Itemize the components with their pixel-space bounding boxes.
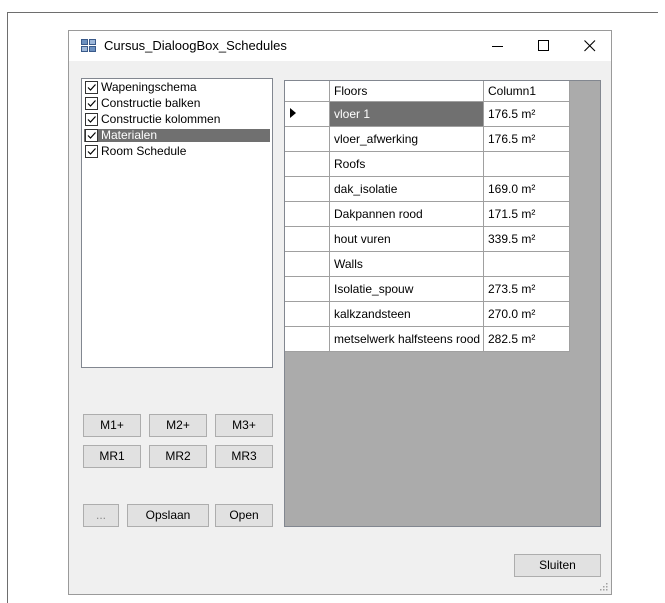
row-header[interactable]	[285, 252, 330, 277]
checkbox[interactable]	[85, 145, 98, 158]
close-button[interactable]: Sluiten	[514, 554, 601, 577]
schedule-label: Constructie kolommen	[101, 112, 221, 126]
schedule-item-room-schedule[interactable]: Room Schedule	[84, 145, 270, 158]
title-bar[interactable]: Cursus_DialoogBox_Schedules	[69, 31, 611, 61]
current-row-arrow-icon	[290, 108, 296, 118]
checkmark-icon	[87, 84, 96, 91]
close-window-button[interactable]	[567, 31, 613, 61]
table-cell-value[interactable]: 339.5 m²	[484, 227, 570, 252]
browse-button[interactable]: ...	[83, 504, 119, 527]
row-header[interactable]	[285, 302, 330, 327]
schedule-item-wapeningschema[interactable]: Wapeningschema	[84, 81, 270, 94]
schedule-label: Materialen	[101, 128, 158, 142]
row-header[interactable]	[285, 227, 330, 252]
m3-plus-button[interactable]: M3+	[215, 414, 273, 437]
column-header-column1[interactable]: Column1	[484, 81, 570, 102]
maximize-icon	[538, 40, 549, 51]
table-cell-name[interactable]: metselwerk halfsteens rood	[330, 327, 484, 352]
row-header[interactable]	[285, 327, 330, 352]
row-header[interactable]	[285, 202, 330, 227]
m2-plus-button[interactable]: M2+	[149, 414, 207, 437]
table-cell-name[interactable]: Roofs	[330, 152, 484, 177]
row-header[interactable]	[285, 177, 330, 202]
table-cell-name[interactable]: kalkzandsteen	[330, 302, 484, 327]
minimize-button[interactable]	[475, 31, 521, 61]
table-cell-value[interactable]: 176.5 m²	[484, 102, 570, 127]
table-cell-value[interactable]: 273.5 m²	[484, 277, 570, 302]
app-icon	[81, 39, 97, 53]
schedule-item-constructie-balken[interactable]: Constructie balken	[84, 97, 270, 110]
resize-grip-icon[interactable]	[599, 582, 609, 592]
schedule-label: Room Schedule	[101, 144, 187, 158]
table-cell-value[interactable]: 176.5 m²	[484, 127, 570, 152]
table-cell-name[interactable]: vloer_afwerking	[330, 127, 484, 152]
table-cell-name[interactable]: Isolatie_spouw	[330, 277, 484, 302]
mr1-button[interactable]: MR1	[83, 445, 141, 468]
schedule-label: Constructie balken	[101, 96, 201, 110]
maximize-button[interactable]	[521, 31, 567, 61]
checkbox[interactable]	[85, 97, 98, 110]
table-cell-value[interactable]	[484, 252, 570, 277]
open-button[interactable]: Open	[215, 504, 273, 527]
schedule-grid[interactable]: Floors Column1 vloer 1 176.5 m² vloer_af…	[284, 80, 601, 527]
checkmark-icon	[87, 148, 96, 155]
table-cell-name[interactable]: dak_isolatie	[330, 177, 484, 202]
checkbox[interactable]	[85, 81, 98, 94]
minimize-icon	[492, 46, 503, 47]
schedule-item-constructie-kolommen[interactable]: Constructie kolommen	[84, 113, 270, 126]
save-button[interactable]: Opslaan	[127, 504, 209, 527]
table-cell-name[interactable]: Walls	[330, 252, 484, 277]
table-cell-value[interactable]	[484, 152, 570, 177]
schedule-checklist[interactable]: Wapeningschema Constructie balken Constr…	[81, 78, 273, 368]
table-cell-name[interactable]: vloer 1	[330, 102, 484, 127]
table-cell-name[interactable]: Dakpannen rood	[330, 202, 484, 227]
checkbox[interactable]	[85, 113, 98, 126]
m1-plus-button[interactable]: M1+	[83, 414, 141, 437]
table-cell-value[interactable]: 270.0 m²	[484, 302, 570, 327]
window-title: Cursus_DialoogBox_Schedules	[104, 38, 287, 53]
row-header[interactable]	[285, 102, 330, 127]
mr3-button[interactable]: MR3	[215, 445, 273, 468]
mr2-button[interactable]: MR2	[149, 445, 207, 468]
grid-corner	[285, 81, 330, 102]
row-header[interactable]	[285, 152, 330, 177]
checkmark-icon	[87, 132, 96, 139]
schedule-item-materialen[interactable]: Materialen	[84, 129, 270, 142]
row-header[interactable]	[285, 277, 330, 302]
row-header[interactable]	[285, 127, 330, 152]
close-icon	[584, 40, 596, 52]
checkmark-icon	[87, 116, 96, 123]
checkmark-icon	[87, 100, 96, 107]
checkbox[interactable]	[85, 129, 98, 142]
table-cell-value[interactable]: 282.5 m²	[484, 327, 570, 352]
table-cell-value[interactable]: 169.0 m²	[484, 177, 570, 202]
table-cell-name[interactable]: hout vuren	[330, 227, 484, 252]
dialog-window: Cursus_DialoogBox_Schedules Wapeningsche…	[68, 30, 612, 595]
column-header-floors[interactable]: Floors	[330, 81, 484, 102]
schedule-label: Wapeningschema	[101, 80, 197, 94]
table-cell-value[interactable]: 171.5 m²	[484, 202, 570, 227]
